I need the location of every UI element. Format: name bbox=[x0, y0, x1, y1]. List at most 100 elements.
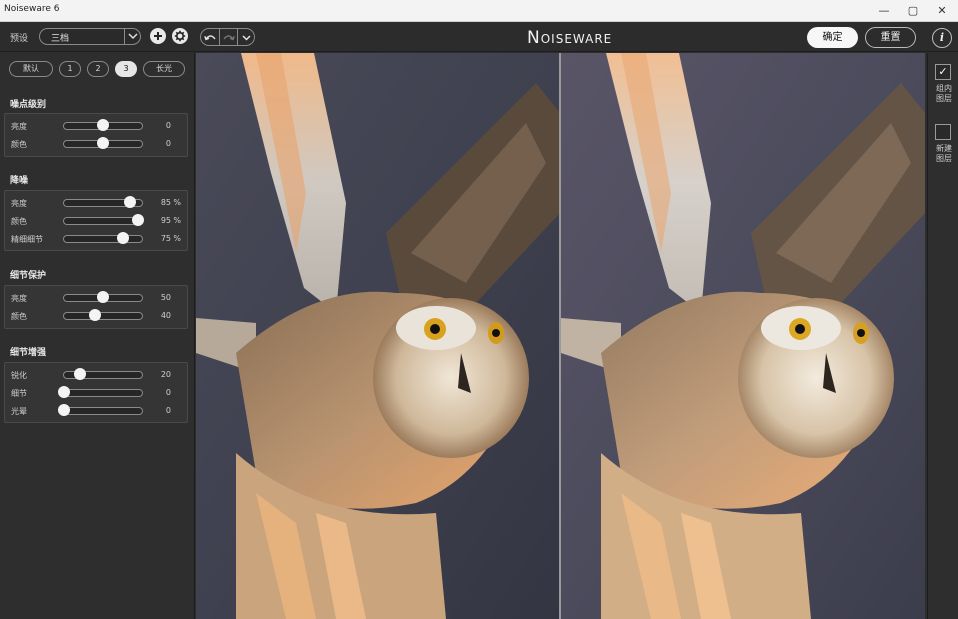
slider-row: 亮度 85 % bbox=[5, 194, 189, 212]
chevron-down-icon[interactable] bbox=[124, 28, 140, 45]
undo-icon[interactable] bbox=[203, 30, 218, 49]
slider-track[interactable] bbox=[63, 137, 143, 149]
slider-track[interactable] bbox=[63, 119, 143, 131]
processed-preview[interactable] bbox=[561, 53, 925, 619]
window-title: Noiseware 6 bbox=[4, 4, 60, 14]
reset-button[interactable]: 重置 bbox=[865, 27, 916, 48]
minimize-icon[interactable]: — bbox=[870, 2, 898, 20]
slider-track[interactable] bbox=[58, 386, 143, 398]
brand-logo: Noiseware bbox=[527, 28, 613, 48]
history-dropdown-icon[interactable] bbox=[239, 30, 254, 49]
app-window: Noiseware 6 — ▢ ✕ 预设 三档 Noiseware 确定 重置 … bbox=[0, 0, 958, 619]
divider bbox=[219, 29, 220, 45]
preset-label: 预设 bbox=[10, 34, 29, 44]
title-bar: Noiseware 6 — ▢ ✕ bbox=[0, 0, 958, 22]
level-button-2[interactable]: 2 bbox=[87, 61, 109, 77]
slider-row: 细节 0 bbox=[5, 384, 189, 402]
group-layer-checkbox[interactable]: ✓ bbox=[935, 64, 951, 80]
slider-label: 亮度 bbox=[11, 122, 27, 131]
slider-handle[interactable] bbox=[132, 214, 145, 226]
slider-unit: % bbox=[173, 216, 181, 225]
slider-value: 0 bbox=[165, 406, 171, 415]
section-title-noise-level: 噪点级别 bbox=[10, 100, 47, 110]
checkmark-icon: ✓ bbox=[938, 65, 948, 78]
slider-handle[interactable] bbox=[97, 291, 109, 303]
section-detail-protection: 亮度 50 颜色 40 bbox=[4, 285, 188, 329]
slider-handle[interactable] bbox=[73, 368, 86, 380]
slider-label: 锐化 bbox=[11, 371, 27, 380]
slider-handle[interactable] bbox=[116, 232, 129, 244]
section-detail-enhancement: 锐化 20 细节 0 光晕 0 bbox=[4, 362, 188, 423]
slider-track[interactable] bbox=[63, 214, 145, 226]
slider-handle[interactable] bbox=[58, 404, 70, 416]
slider-row: 颜色 40 bbox=[5, 307, 189, 325]
preview-area[interactable] bbox=[196, 53, 926, 619]
section-title-noise-reduction: 降噪 bbox=[10, 176, 29, 186]
divider bbox=[237, 29, 238, 45]
history-controls bbox=[200, 28, 255, 46]
slider-track[interactable] bbox=[63, 368, 143, 380]
settings-panel: 默认 1 2 3 长光 噪点级别 亮度 0 颜色 0 降噪 亮度 85 % 颜色… bbox=[0, 53, 195, 619]
info-icon[interactable]: i bbox=[932, 28, 952, 48]
split-view-handle[interactable] bbox=[559, 53, 561, 619]
slider-handle[interactable] bbox=[89, 309, 102, 321]
slider-value: 75 bbox=[160, 234, 171, 243]
slider-value: 85 bbox=[160, 198, 171, 207]
section-noise-reduction: 亮度 85 % 颜色 95 % 精细细节 75 % bbox=[4, 190, 188, 251]
slider-track[interactable] bbox=[58, 404, 143, 416]
slider-row: 光晕 0 bbox=[5, 402, 189, 420]
slider-unit: % bbox=[173, 234, 181, 243]
slider-label: 精细细节 bbox=[11, 235, 43, 244]
slider-label: 颜色 bbox=[11, 312, 27, 321]
preset-select[interactable]: 三档 bbox=[39, 28, 141, 45]
slider-track[interactable] bbox=[63, 309, 143, 321]
slider-row: 精细细节 75 % bbox=[5, 230, 189, 248]
ok-button[interactable]: 确定 bbox=[807, 27, 858, 48]
section-noise-level: 亮度 0 颜色 0 bbox=[4, 113, 188, 157]
level-button-1[interactable]: 1 bbox=[59, 61, 81, 77]
slider-handle[interactable] bbox=[97, 119, 109, 131]
slider-value: 50 bbox=[160, 293, 171, 302]
owl-photo-processed bbox=[561, 53, 925, 619]
maximize-icon[interactable]: ▢ bbox=[899, 2, 927, 20]
section-title-detail-protection: 细节保护 bbox=[10, 271, 47, 281]
original-preview[interactable] bbox=[196, 53, 560, 619]
new-layer-label: 新建图层 bbox=[936, 144, 952, 163]
level-button-default[interactable]: 默认 bbox=[9, 61, 53, 77]
slider-track[interactable] bbox=[63, 196, 143, 208]
close-icon[interactable]: ✕ bbox=[928, 2, 956, 20]
slider-row: 亮度 0 bbox=[5, 117, 189, 135]
slider-value: 20 bbox=[160, 370, 171, 379]
section-title-detail-enhancement: 细节增强 bbox=[10, 348, 47, 358]
new-layer-checkbox[interactable] bbox=[935, 124, 951, 140]
slider-value: 95 bbox=[160, 216, 171, 225]
slider-row: 锐化 20 bbox=[5, 366, 189, 384]
slider-track[interactable] bbox=[63, 232, 143, 244]
slider-unit: % bbox=[173, 198, 181, 207]
slider-value: 0 bbox=[165, 139, 171, 148]
slider-label: 亮度 bbox=[11, 199, 27, 208]
slider-handle[interactable] bbox=[58, 386, 70, 398]
slider-row: 颜色 0 bbox=[5, 135, 189, 153]
slider-label: 颜色 bbox=[11, 217, 27, 226]
level-button-long-light[interactable]: 长光 bbox=[143, 61, 185, 77]
slider-label: 细节 bbox=[11, 389, 27, 398]
add-preset-icon[interactable] bbox=[150, 28, 166, 44]
level-button-3[interactable]: 3 bbox=[115, 61, 137, 77]
slider-row: 亮度 50 bbox=[5, 289, 189, 307]
slider-value: 0 bbox=[165, 121, 171, 130]
slider-label: 亮度 bbox=[11, 294, 27, 303]
slider-handle[interactable] bbox=[124, 196, 137, 208]
slider-handle[interactable] bbox=[97, 137, 109, 149]
slider-value: 40 bbox=[160, 311, 171, 320]
preset-value: 三档 bbox=[51, 34, 70, 44]
toolbar: 预设 三档 Noiseware 确定 重置 i bbox=[0, 22, 958, 52]
layer-panel: ✓ 组内图层 新建图层 bbox=[927, 53, 958, 619]
slider-value: 0 bbox=[165, 388, 171, 397]
slider-label: 光晕 bbox=[11, 407, 27, 416]
gear-icon[interactable] bbox=[172, 28, 188, 44]
slider-row: 颜色 95 % bbox=[5, 212, 189, 230]
slider-track[interactable] bbox=[63, 291, 143, 303]
owl-photo-original bbox=[196, 53, 560, 619]
redo-icon[interactable] bbox=[221, 30, 236, 49]
